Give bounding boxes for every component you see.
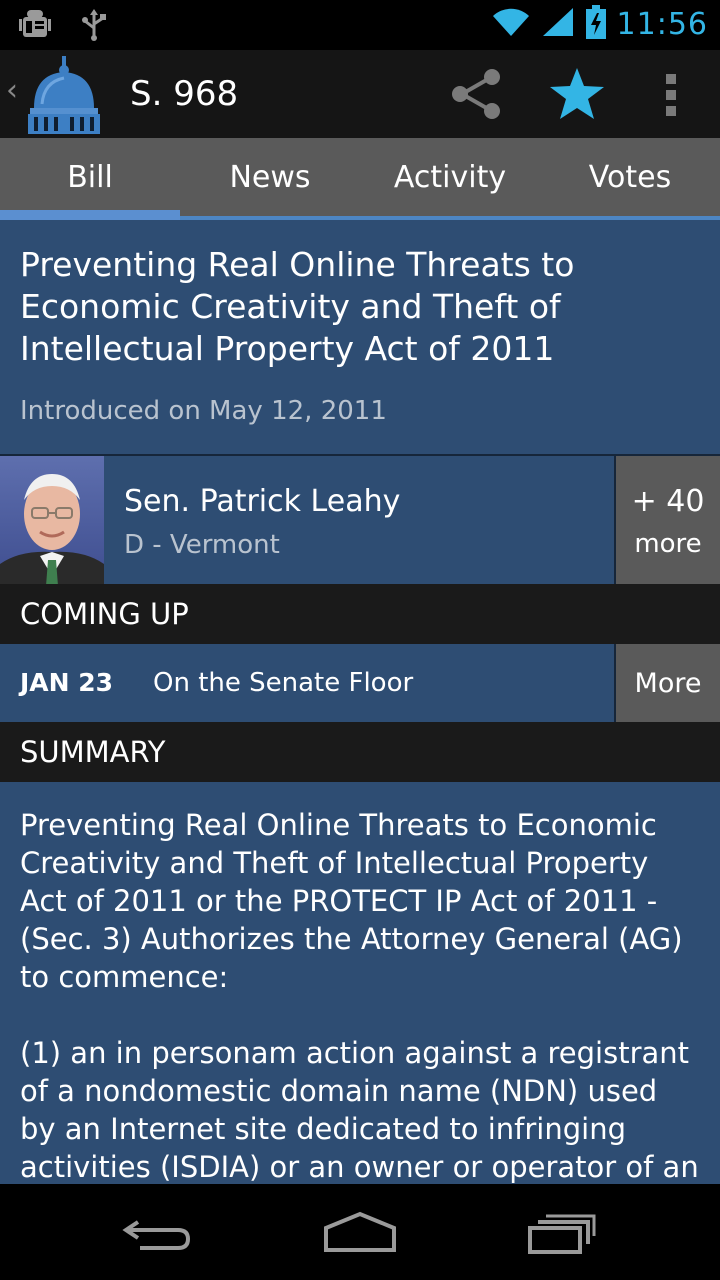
summary-body[interactable]: Preventing Real Online Threats to Econom…: [0, 782, 720, 1184]
bill-title: Preventing Real Online Threats to Econom…: [20, 245, 575, 368]
more-cosponsors-button[interactable]: + 40 more: [614, 456, 720, 586]
tab-activity[interactable]: Activity: [360, 138, 540, 216]
home-button[interactable]: [320, 1208, 400, 1258]
recent-apps-button[interactable]: [520, 1208, 600, 1258]
tab-bill[interactable]: Bill: [0, 138, 180, 220]
tab-bar: Bill News Activity Votes: [0, 138, 720, 220]
sponsor-photo: [0, 456, 104, 586]
overflow-menu-icon: [666, 74, 676, 116]
action-bar: ‹ S. 968: [0, 50, 720, 138]
coming-up-more-button[interactable]: More: [614, 644, 720, 722]
usb-icon: [80, 8, 108, 46]
status-clock: 11:56: [616, 6, 708, 42]
bill-number-title: S. 968: [130, 74, 239, 114]
coming-up-description: On the Senate Floor: [153, 668, 414, 698]
coming-up-item[interactable]: JAN 23 On the Senate Floor More: [0, 644, 720, 722]
overflow-menu-button[interactable]: [654, 70, 690, 120]
tab-news[interactable]: News: [180, 138, 360, 216]
navigation-bar: [0, 1184, 720, 1280]
capitol-logo[interactable]: [22, 54, 106, 138]
tab-votes[interactable]: Votes: [540, 138, 720, 216]
signal-icon: [541, 6, 575, 42]
up-caret-icon[interactable]: ‹: [6, 76, 18, 106]
bill-header: Preventing Real Online Threats to Econom…: [0, 220, 720, 454]
battery-charging-icon: [585, 4, 607, 44]
wifi-icon: [491, 6, 531, 42]
coming-up-header: COMING UP: [0, 584, 720, 644]
share-button[interactable]: [448, 68, 504, 120]
summary-paragraph: (1) an in personam action against a regi…: [20, 1036, 699, 1184]
coming-up-date: JAN 23: [20, 668, 114, 697]
summary-paragraph: Preventing Real Online Threats to Econom…: [20, 808, 692, 994]
share-icon: [452, 69, 500, 119]
favorite-button[interactable]: [548, 66, 606, 122]
cosponsor-count: + 40: [631, 483, 705, 519]
home-icon: [324, 1211, 396, 1252]
sponsor-row[interactable]: Sen. Patrick Leahy D - Vermont + 40 more: [0, 454, 720, 586]
back-icon: [122, 1220, 191, 1250]
back-button[interactable]: [120, 1208, 200, 1258]
cosponsor-more-label: more: [634, 528, 702, 559]
android-debug-icon: [18, 8, 52, 46]
introduced-date: Introduced on May 12, 2011: [20, 396, 387, 426]
status-bar: 11:56: [0, 0, 720, 50]
summary-header: SUMMARY: [0, 722, 720, 782]
sponsor-name: Sen. Patrick Leahy: [124, 484, 401, 519]
recent-apps-icon: [528, 1214, 596, 1254]
star-icon: [550, 68, 604, 119]
sponsor-party-state: D - Vermont: [124, 530, 280, 560]
